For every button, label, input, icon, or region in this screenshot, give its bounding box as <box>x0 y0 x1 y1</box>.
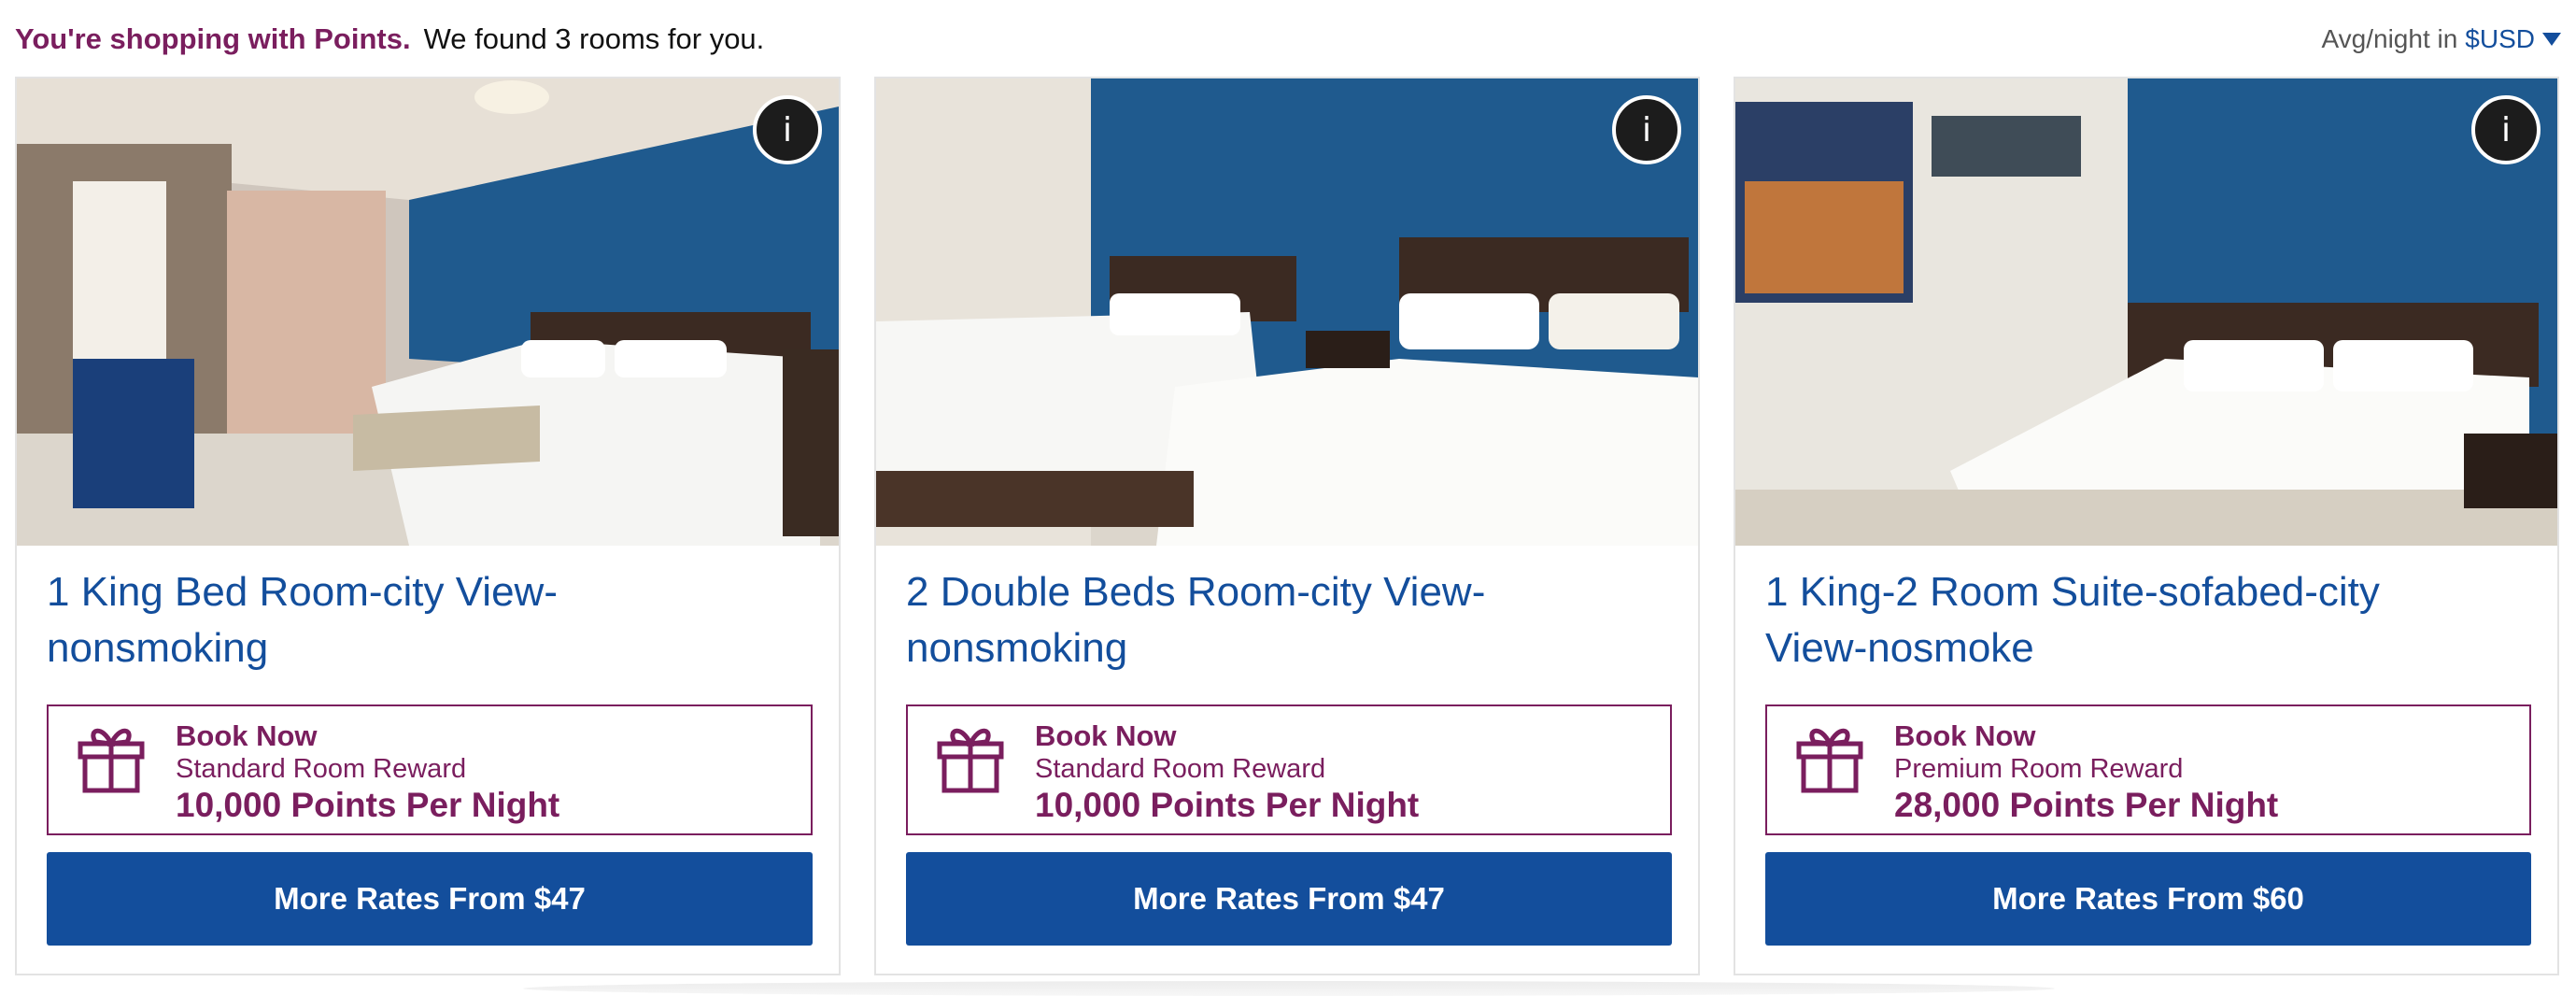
avg-night-label: Avg/night in <box>2321 24 2458 53</box>
currency-selector[interactable]: Avg/night in $USD <box>2321 24 2561 54</box>
room-title[interactable]: 2 Double Beds Room-city View- nonsmoking <box>906 564 1653 676</box>
room-photo-image <box>876 78 1698 546</box>
room-card: i 1 King Bed Room-city View- nonsmoking … <box>15 77 841 975</box>
reward-details: Book Now Premium Room Reward 28,000 Poin… <box>1894 719 2278 826</box>
room-list: i 1 King Bed Room-city View- nonsmoking … <box>15 77 2561 975</box>
gift-icon <box>937 728 1004 793</box>
book-now-label: Book Now <box>176 719 318 752</box>
book-now-reward[interactable]: Book Now Premium Room Reward 28,000 Poin… <box>1765 704 2531 835</box>
reward-details: Book Now Standard Room Reward 10,000 Poi… <box>176 719 559 826</box>
room-photo[interactable]: i <box>876 78 1698 546</box>
more-rates-button[interactable]: More Rates From $47 <box>906 852 1672 946</box>
page-shadow <box>523 981 2055 996</box>
caret-down-icon[interactable] <box>2542 33 2561 46</box>
room-title-line1: 1 King-2 Room Suite-sofabed-city <box>1765 569 2380 615</box>
info-icon: i <box>2500 110 2511 149</box>
info-icon: i <box>1641 110 1651 149</box>
results-count-text: We found 3 rooms for you. <box>423 22 765 55</box>
room-title-line2: nonsmoking <box>906 625 1128 671</box>
more-rates-button[interactable]: More Rates From $60 <box>1765 852 2531 946</box>
info-icon: i <box>782 110 792 149</box>
book-now-label: Book Now <box>1894 719 2036 752</box>
gift-icon <box>78 728 145 793</box>
points-per-night: 10,000 Points Per Night <box>1035 786 1420 824</box>
points-per-night: 28,000 Points Per Night <box>1894 786 2279 824</box>
currency-value[interactable]: $USD <box>2465 24 2535 54</box>
room-photo-image <box>17 78 839 546</box>
room-photo-image <box>1735 78 2557 546</box>
points-mode-label: You're shopping with Points. <box>15 22 411 55</box>
room-title-line1: 2 Double Beds Room-city View- <box>906 569 1486 615</box>
book-now-reward[interactable]: Book Now Standard Room Reward 10,000 Poi… <box>47 704 813 835</box>
room-title-line2: View-nosmoke <box>1765 625 2034 671</box>
room-info-button[interactable]: i <box>753 95 822 164</box>
more-rates-button[interactable]: More Rates From $47 <box>47 852 813 946</box>
reward-type: Standard Room Reward <box>1035 754 1326 784</box>
book-now-reward[interactable]: Book Now Standard Room Reward 10,000 Poi… <box>906 704 1672 835</box>
gift-icon <box>1796 728 1863 793</box>
points-per-night: 10,000 Points Per Night <box>176 786 560 824</box>
room-info-button[interactable]: i <box>1612 95 1681 164</box>
room-title-line1: 1 King Bed Room-city View- <box>47 569 558 615</box>
reward-details: Book Now Standard Room Reward 10,000 Poi… <box>1035 719 1419 826</box>
room-card: i 2 Double Beds Room-city View- nonsmoki… <box>874 77 1700 975</box>
room-info-button[interactable]: i <box>2471 95 2541 164</box>
reward-type: Standard Room Reward <box>176 754 467 784</box>
room-card: i 1 King-2 Room Suite-sofabed-city View-… <box>1734 77 2559 975</box>
book-now-label: Book Now <box>1035 719 1177 752</box>
results-summary: You're shopping with Points. We found 3 r… <box>15 22 764 56</box>
room-photo[interactable]: i <box>17 78 839 546</box>
room-title[interactable]: 1 King-2 Room Suite-sofabed-city View-no… <box>1765 564 2512 676</box>
reward-type: Premium Room Reward <box>1894 754 2184 784</box>
room-title[interactable]: 1 King Bed Room-city View- nonsmoking <box>47 564 794 676</box>
results-header: You're shopping with Points. We found 3 r… <box>15 19 2561 60</box>
room-photo[interactable]: i <box>1735 78 2557 546</box>
room-title-line2: nonsmoking <box>47 625 269 671</box>
